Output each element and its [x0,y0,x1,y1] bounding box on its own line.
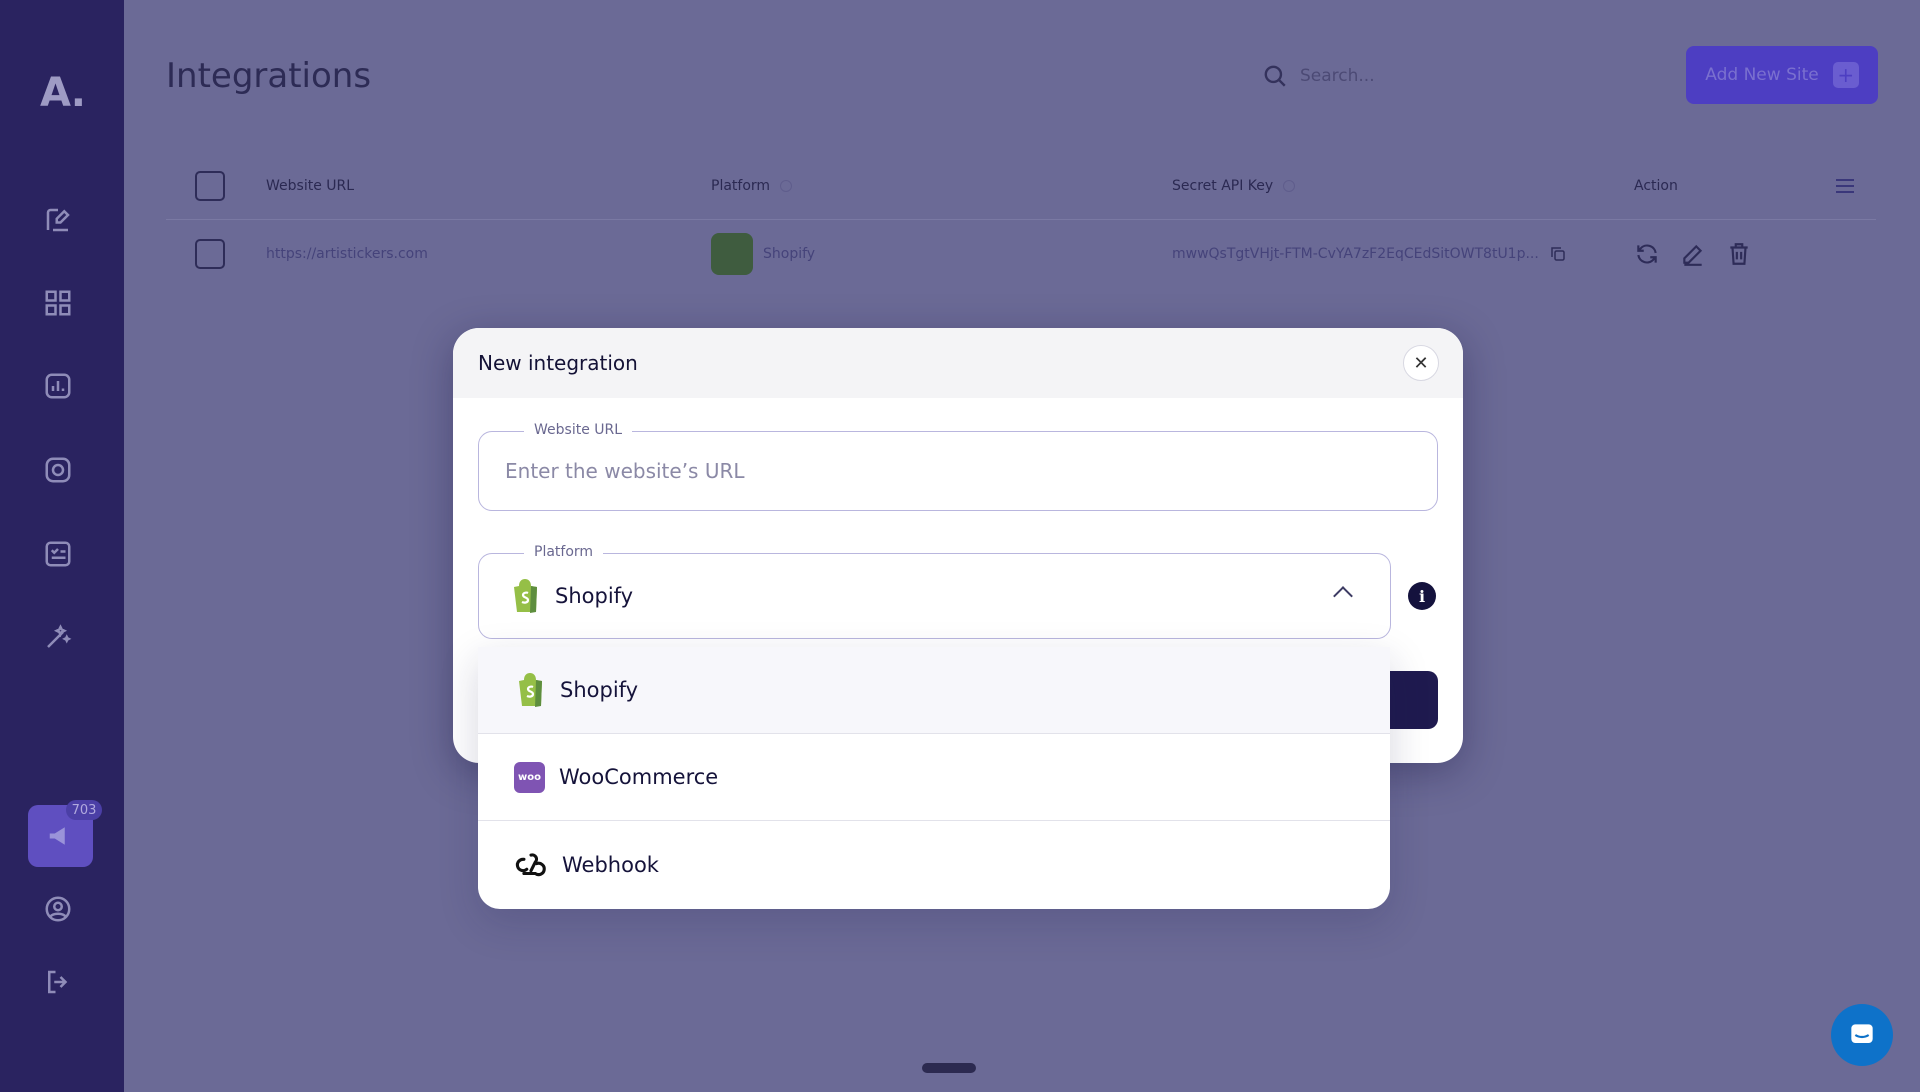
woocommerce-icon: woo [514,761,545,793]
option-label: WooCommerce [559,765,719,789]
website-url-field: Website URL [478,422,1438,511]
platform-select[interactable]: Platform Shopify [478,544,1391,639]
header-platform-label: Platform [711,177,771,194]
app-logo: A. [40,70,86,116]
dashboard-grid-icon[interactable] [40,285,76,321]
header-platform: Platform [711,177,793,194]
analytics-icon[interactable] [40,368,76,404]
row-checkbox[interactable] [195,239,225,269]
edit-page-icon[interactable] [40,202,76,238]
select-all-checkbox[interactable] [195,170,225,201]
sidebar: A. 703 [0,0,124,1092]
platform-selected-value: Shopify [509,578,633,614]
website-url-input[interactable] [505,452,1405,490]
option-label: Shopify [560,678,639,702]
promo-count-badge: 703 [66,800,102,820]
search-bar[interactable] [1262,58,1662,94]
header-secret-key: Secret API Key [1172,177,1296,194]
column-settings-icon[interactable] [1836,178,1854,193]
magic-wand-icon[interactable] [40,619,76,655]
search-icon [1264,65,1286,87]
discover-icon[interactable] [40,452,76,488]
header-action: Action [1634,177,1678,194]
copy-icon[interactable] [1549,245,1567,263]
chat-support-button[interactable] [1831,1004,1893,1066]
home-indicator [922,1063,976,1073]
table-header: Website URL Platform Secret API Key Acti… [166,152,1876,220]
platform-selected-label: Shopify [555,584,634,608]
plus-icon: + [1832,62,1859,88]
info-icon[interactable]: i [1408,582,1436,610]
profile-icon[interactable] [40,891,76,927]
row-platform-label: Shopify [763,246,816,262]
shopify-icon [711,233,753,275]
delete-icon[interactable] [1726,241,1752,267]
integrations-table: Website URL Platform Secret API Key Acti… [166,152,1876,288]
info-icon[interactable] [780,179,793,192]
close-icon[interactable]: ✕ [1403,345,1439,381]
option-webhook[interactable]: Webhook [478,821,1390,908]
chevron-up-icon[interactable] [1333,586,1353,606]
website-url-legend: Website URL [524,422,633,438]
header-secret-key-label: Secret API Key [1172,177,1274,194]
platform-legend: Platform [524,544,604,560]
table-row: https://artistickers.com Shopify mwwQsTg… [166,220,1876,288]
logout-icon[interactable] [40,964,76,1000]
search-input[interactable] [1300,66,1600,86]
add-new-site-button[interactable]: Add New Site + [1686,46,1878,104]
info-icon[interactable] [1283,179,1296,192]
refresh-icon[interactable] [1634,241,1660,267]
checklist-icon[interactable] [40,536,76,572]
option-shopify[interactable]: Shopify [478,647,1390,734]
row-website-url[interactable]: https://artistickers.com [266,246,428,262]
chat-icon [1851,1024,1873,1043]
shopify-icon [514,579,537,613]
row-actions [1634,241,1772,267]
row-secret-key-value: mwwQsTgtVHjt-FTM-CvYA7zF2EqCEdSitOWT8tU1… [1172,246,1539,262]
add-new-site-label: Add New Site [1705,65,1819,85]
edit-icon[interactable] [1680,241,1706,267]
row-platform: Shopify [711,233,815,275]
page-title: Integrations [166,56,372,96]
webhook-icon [515,852,546,876]
shopify-icon [519,673,542,707]
modal-title: New integration [478,351,638,375]
option-label: Webhook [562,852,659,877]
modal-header: New integration [453,328,1463,398]
row-secret-key: mwwQsTgtVHjt-FTM-CvYA7zF2EqCEdSitOWT8tU1… [1172,245,1567,263]
header-website-url: Website URL [266,177,355,194]
platform-dropdown: Shopify woo WooCommerce Webhook [478,647,1390,909]
option-woocommerce[interactable]: woo WooCommerce [478,734,1390,821]
megaphone-icon [49,827,65,845]
